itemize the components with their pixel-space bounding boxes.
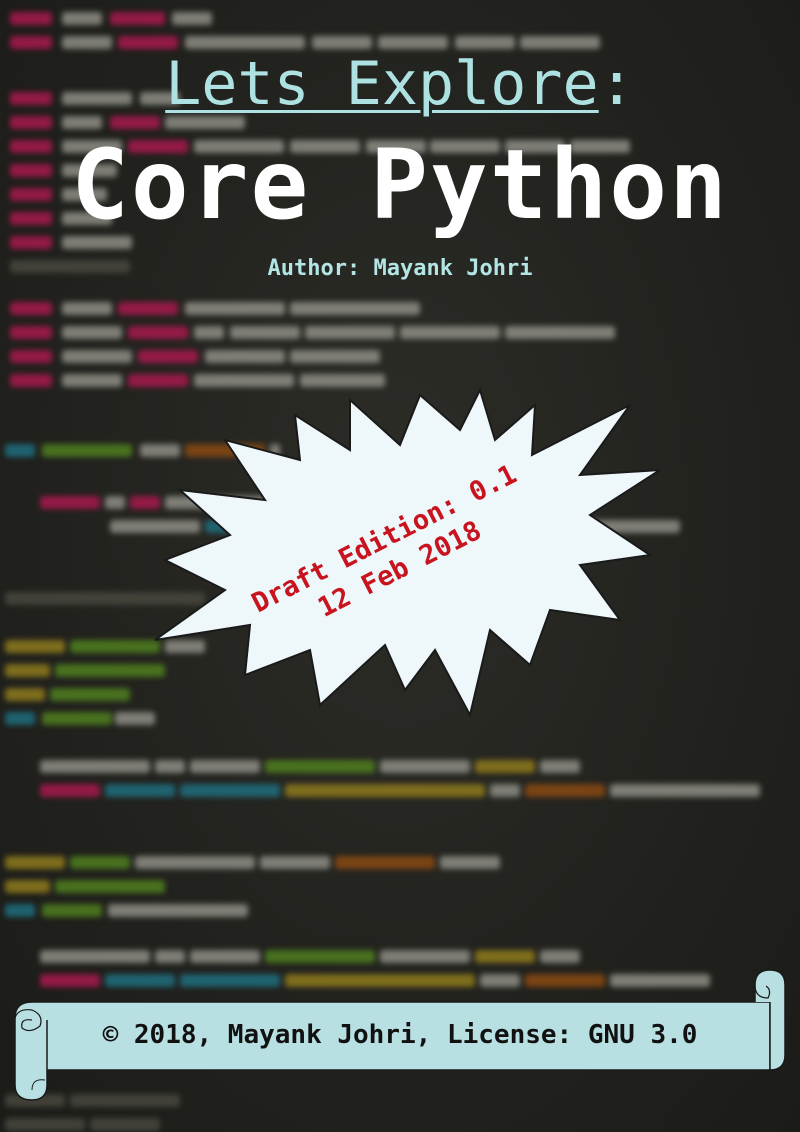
- title-prefix: Lets Explore:: [0, 48, 800, 120]
- code-token: [10, 350, 52, 363]
- code-token: [10, 302, 52, 315]
- code-token: [285, 784, 485, 797]
- code-token: [172, 12, 212, 25]
- code-token: [335, 856, 435, 869]
- code-token: [475, 760, 535, 773]
- code-token: [62, 302, 112, 315]
- code-token: [5, 712, 35, 725]
- author-line: Author: Mayank Johri: [267, 256, 533, 281]
- code-token: [138, 350, 198, 363]
- code-token: [230, 326, 300, 339]
- code-token: [5, 880, 50, 893]
- code-token: [105, 784, 175, 797]
- code-token: [40, 760, 150, 773]
- code-token: [440, 856, 500, 869]
- code-token: [190, 760, 260, 773]
- code-token: [180, 784, 280, 797]
- code-token: [42, 904, 102, 917]
- code-token: [505, 326, 615, 339]
- code-token: [10, 374, 52, 387]
- code-token: [490, 784, 520, 797]
- code-token: [40, 784, 100, 797]
- code-token: [5, 688, 45, 701]
- code-token: [5, 640, 65, 653]
- code-token: [118, 302, 178, 315]
- code-token: [115, 712, 155, 725]
- code-token: [110, 12, 165, 25]
- code-token: [5, 856, 65, 869]
- code-token: [62, 374, 122, 387]
- title-colon: :: [598, 49, 635, 119]
- scroll-left-curl: [14, 1001, 48, 1101]
- code-token: [155, 760, 185, 773]
- code-token: [128, 326, 188, 339]
- code-token: [290, 350, 380, 363]
- book-cover: Lets Explore: Core Python Author: Mayank…: [0, 0, 800, 1132]
- code-token: [5, 1118, 85, 1131]
- code-token: [265, 760, 375, 773]
- code-token: [10, 12, 52, 25]
- code-token: [540, 760, 580, 773]
- code-token: [194, 326, 224, 339]
- code-token: [70, 856, 130, 869]
- code-token: [55, 664, 165, 677]
- code-token: [42, 712, 112, 725]
- code-token: [380, 760, 470, 773]
- code-token: [50, 688, 130, 701]
- code-token: [62, 350, 132, 363]
- code-token: [42, 444, 132, 457]
- code-token: [525, 784, 605, 797]
- code-token: [135, 856, 255, 869]
- code-token: [305, 326, 395, 339]
- code-token: [108, 904, 248, 917]
- code-token: [290, 302, 420, 315]
- code-token: [5, 444, 35, 457]
- title-prefix-text: Lets Explore: [165, 49, 599, 119]
- code-token: [90, 1118, 160, 1131]
- code-token: [610, 784, 760, 797]
- code-token: [260, 856, 330, 869]
- copyright-license: © 2018, Mayank Johri, License: GNU 3.0: [102, 1020, 698, 1050]
- code-token: [70, 640, 160, 653]
- code-token: [105, 496, 125, 509]
- book-title: Core Python: [71, 129, 729, 241]
- code-token: [40, 496, 100, 509]
- code-token: [62, 12, 102, 25]
- code-token: [185, 302, 285, 315]
- code-token: [10, 326, 52, 339]
- code-token: [55, 880, 165, 893]
- code-token: [5, 904, 35, 917]
- code-token: [205, 350, 285, 363]
- code-token: [5, 664, 50, 677]
- code-token: [62, 326, 122, 339]
- code-token: [400, 326, 500, 339]
